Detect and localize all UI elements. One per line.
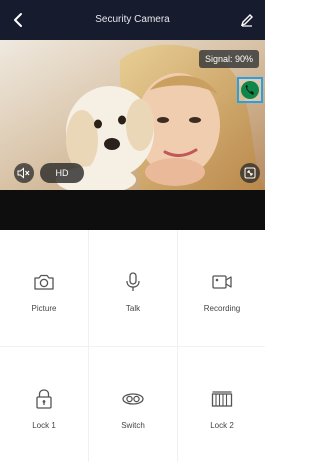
camera-icon (34, 274, 54, 290)
fullscreen-button[interactable] (240, 163, 260, 183)
video-controls-bar (0, 190, 265, 230)
lock-icon (36, 389, 52, 409)
phone-icon (241, 81, 259, 99)
microphone-icon (126, 272, 140, 291)
camera-feed[interactable]: Signal: 90% HD (0, 40, 265, 190)
quality-toggle[interactable]: HD (40, 163, 84, 183)
lock2-label: Lock 2 (210, 421, 234, 430)
app-header: Security Camera (0, 0, 265, 40)
talk-button[interactable]: Talk (89, 230, 177, 346)
action-grid: Picture Talk Recording Lock 1 Switch Loc… (0, 230, 265, 462)
switch-button[interactable]: Switch (89, 347, 177, 463)
switch-icon (122, 393, 144, 405)
edit-icon[interactable] (239, 12, 255, 28)
lock2-button[interactable]: Lock 2 (178, 347, 266, 463)
picture-button[interactable]: Picture (0, 230, 88, 346)
lock1-button[interactable]: Lock 1 (0, 347, 88, 463)
fullscreen-icon (244, 167, 256, 179)
video-record-icon (212, 275, 232, 289)
gate-icon (211, 391, 233, 407)
mute-button[interactable] (14, 163, 34, 183)
recording-label: Recording (203, 304, 241, 313)
signal-badge: Signal: 90% (198, 50, 259, 68)
lock1-label: Lock 1 (32, 421, 56, 430)
page-title: Security Camera (95, 14, 170, 25)
call-button[interactable] (237, 77, 263, 103)
talk-label: Talk (125, 304, 141, 313)
recording-button[interactable]: Recording (178, 230, 266, 346)
picture-label: Picture (31, 304, 57, 313)
speaker-muted-icon (17, 167, 30, 179)
switch-label: Switch (121, 421, 145, 430)
